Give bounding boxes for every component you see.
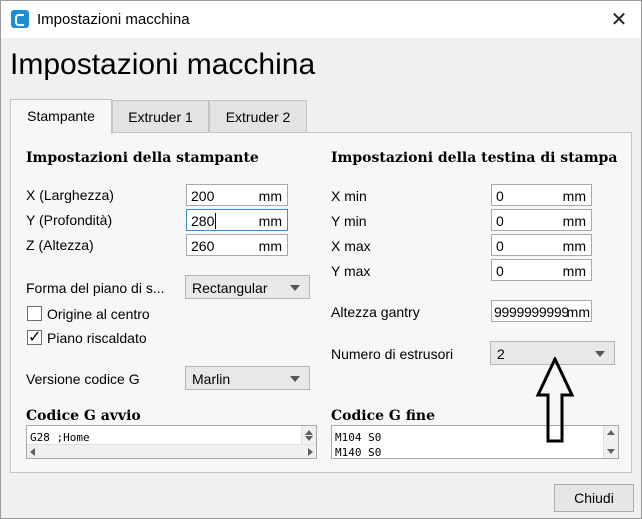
head-settings-title: Impostazioni della testina di stampa: [331, 150, 618, 166]
gcode-flavor-label: Versione codice G: [26, 371, 140, 387]
gantry-height-input[interactable]: 9999999999 mm: [491, 300, 592, 322]
vertical-scrollbar[interactable]: [603, 426, 618, 458]
tab-extruder-1[interactable]: Extruder 1: [112, 100, 209, 133]
checkmark-icon: ✓: [28, 327, 42, 346]
y-depth-input[interactable]: 280 mm: [186, 209, 288, 231]
horizontal-scrollbar[interactable]: [27, 444, 316, 458]
extruder-count-label: Numero di estrusori: [331, 346, 454, 362]
y-depth-value: 280: [191, 213, 215, 229]
y-depth-label: Y (Profondità): [26, 212, 113, 228]
text-caret: [215, 213, 216, 229]
y-min-input[interactable]: 0 mm: [491, 209, 592, 231]
y-max-input[interactable]: 0 mm: [491, 259, 592, 281]
extruder-count-value: 2: [497, 346, 505, 362]
x-width-value: 200: [191, 188, 215, 204]
x-max-value: 0: [496, 238, 504, 254]
x-min-label: X min: [331, 188, 367, 204]
scroll-left-icon[interactable]: [30, 448, 35, 456]
x-min-value: 0: [496, 188, 504, 204]
scroll-up-icon[interactable]: [607, 430, 615, 435]
y-depth-unit: mm: [258, 213, 282, 229]
chevron-down-icon: [290, 376, 300, 382]
x-max-unit: mm: [562, 238, 586, 254]
y-max-value: 0: [496, 263, 504, 279]
scroll-down-icon[interactable]: [305, 436, 313, 441]
bed-shape-value: Rectangular: [192, 280, 268, 296]
bed-shape-label: Forma del piano di s...: [26, 280, 165, 296]
cura-icon: [11, 10, 29, 28]
end-gcode-title: Codice G fine: [331, 408, 435, 424]
close-button[interactable]: Chiudi: [554, 484, 634, 512]
end-gcode-line: M140 S0: [335, 446, 382, 459]
y-min-label: Y min: [331, 213, 367, 229]
start-gcode-line: G28 ;Home: [30, 431, 90, 444]
y-min-unit: mm: [562, 213, 586, 229]
page-title: Impostazioni macchina: [10, 48, 316, 81]
gcode-flavor-value: Marlin: [192, 371, 231, 387]
start-gcode-title: Codice G avvio: [26, 408, 141, 424]
y-min-value: 0: [496, 213, 504, 229]
vertical-scrollbar[interactable]: [301, 426, 316, 445]
annotation-arrow-icon: [535, 357, 575, 443]
x-width-unit: mm: [258, 188, 282, 204]
gantry-height-unit: mm: [566, 304, 590, 320]
printer-settings-title: Impostazioni della stampante: [26, 150, 259, 166]
gantry-height-label: Altezza gantry: [331, 304, 420, 320]
origin-center-label: Origine al centro: [47, 306, 150, 322]
origin-center-checkbox[interactable]: [27, 306, 42, 321]
end-gcode-line: M104 S0: [335, 431, 382, 444]
heated-bed-checkbox[interactable]: ✓: [27, 327, 42, 346]
tab-printer[interactable]: Stampante: [10, 99, 112, 134]
close-icon[interactable]: ✕: [607, 7, 631, 31]
x-width-label: X (Larghezza): [26, 187, 114, 203]
chevron-down-icon: [595, 351, 605, 357]
x-max-label: X max: [331, 238, 371, 254]
start-gcode-editor[interactable]: G28 ;Home: [26, 425, 317, 459]
gcode-flavor-select[interactable]: Marlin: [185, 366, 310, 390]
scroll-down-icon[interactable]: [607, 449, 615, 454]
scroll-right-icon[interactable]: [308, 448, 313, 456]
x-min-input[interactable]: 0 mm: [491, 184, 592, 206]
end-gcode-editor[interactable]: M104 S0 M140 S0: [331, 425, 619, 459]
y-max-unit: mm: [562, 263, 586, 279]
x-min-unit: mm: [562, 188, 586, 204]
y-max-label: Y max: [331, 263, 371, 279]
machine-settings-dialog: Impostazioni macchina ✕ Impostazioni mac…: [0, 0, 642, 519]
tab-extruder-2[interactable]: Extruder 2: [209, 100, 307, 133]
x-max-input[interactable]: 0 mm: [491, 234, 592, 256]
z-height-unit: mm: [258, 238, 282, 254]
z-height-label: Z (Altezza): [26, 237, 94, 253]
z-height-value: 260: [191, 238, 215, 254]
z-height-input[interactable]: 260 mm: [186, 234, 288, 256]
heated-bed-label: Piano riscaldato: [47, 330, 147, 346]
gantry-height-value: 9999999999: [494, 304, 569, 320]
window-title: Impostazioni macchina: [37, 11, 190, 28]
chevron-down-icon: [290, 285, 300, 291]
scroll-up-icon[interactable]: [305, 430, 313, 435]
bed-shape-select[interactable]: Rectangular: [185, 275, 310, 299]
title-bar: Impostazioni macchina ✕: [1, 1, 641, 38]
x-width-input[interactable]: 200 mm: [186, 184, 288, 206]
